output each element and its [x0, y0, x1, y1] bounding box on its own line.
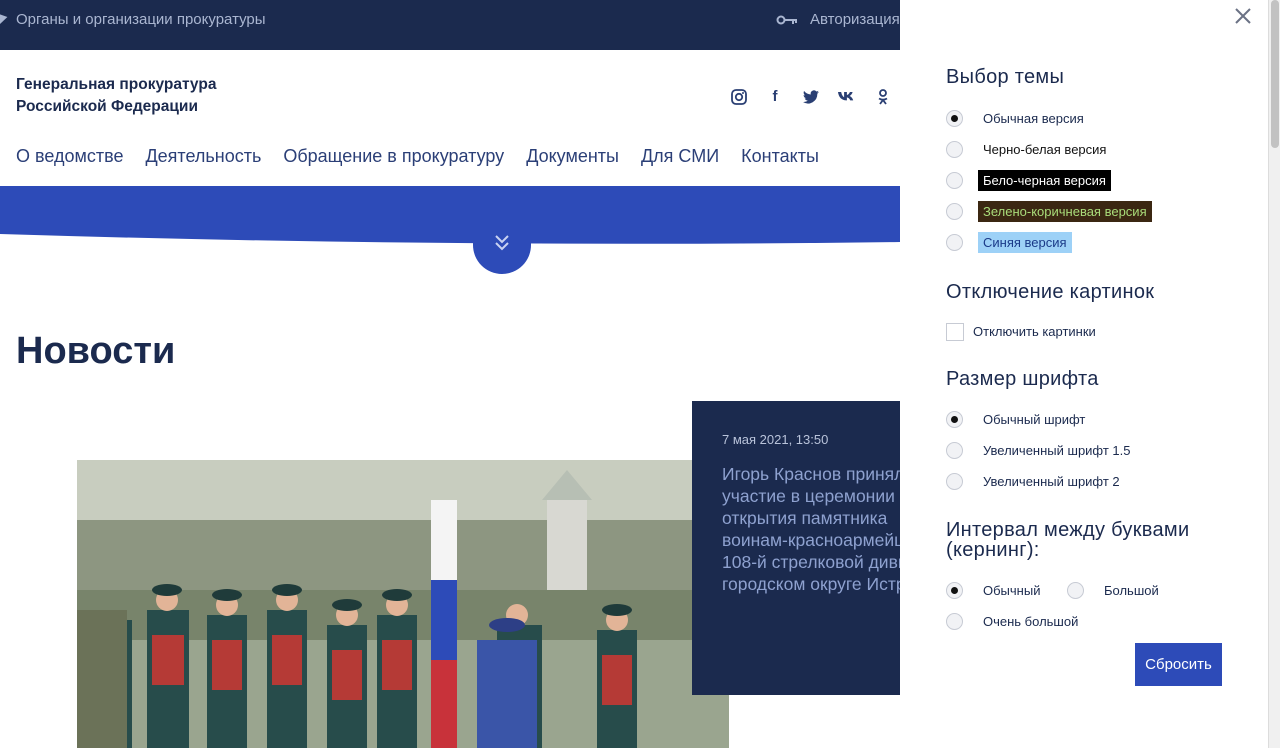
auth-link-label: Авторизация — [810, 11, 900, 28]
radio-checked[interactable] — [946, 411, 963, 428]
brand-line-1: Генеральная прокуратура — [16, 76, 217, 93]
accessibility-settings-panel: Выбор темы Обычная версия Черно-белая ве… — [900, 0, 1268, 748]
kerning-title-line-1: Интервал между буквами — [946, 519, 1190, 541]
disable-images-label: Отключить картинки — [973, 324, 1096, 339]
kerning-option-normal[interactable]: Обычный — [946, 580, 1045, 601]
theme-option-green-brown[interactable]: Зелено-коричневая версия — [946, 201, 1152, 222]
font-option-normal[interactable]: Обычный шрифт — [946, 409, 1090, 430]
double-chevron-down-icon — [495, 235, 509, 251]
font-option-label: Обычный шрифт — [983, 412, 1086, 427]
theme-option-label: Черно-белая версия — [983, 142, 1107, 157]
vk-icon[interactable] — [838, 86, 856, 108]
news-photo[interactable] — [77, 460, 729, 748]
radio[interactable] — [946, 442, 963, 459]
page-scrollbar[interactable] — [1268, 0, 1280, 748]
menu-item-activity[interactable]: Деятельность — [145, 146, 261, 167]
radio[interactable] — [946, 203, 963, 220]
kerning-option-large[interactable]: Большой — [1067, 580, 1164, 601]
theme-option-label: Бело-черная версия — [978, 170, 1111, 191]
disable-images-option[interactable]: Отключить картинки — [946, 321, 1101, 342]
news-date: 7 мая 2021, 13:50 — [722, 432, 829, 447]
ceremony-photo-illustration — [77, 460, 729, 748]
theme-option-label: Зелено-коричневая версия — [978, 201, 1152, 222]
odnoklassniki-icon[interactable] — [874, 86, 892, 108]
radio[interactable] — [1067, 582, 1084, 599]
menu-item-documents[interactable]: Документы — [526, 146, 619, 167]
instagram-icon[interactable] — [730, 86, 748, 108]
font-size-section-title: Размер шрифта — [946, 368, 1099, 390]
scrollbar-thumb[interactable] — [1271, 0, 1279, 148]
theme-option-normal[interactable]: Обычная версия — [946, 108, 1089, 129]
theme-option-label: Обычная версия — [983, 111, 1084, 126]
theme-option-black-white[interactable]: Черно-белая версия — [946, 139, 1111, 160]
hero-band — [0, 186, 900, 244]
location-pin-icon — [0, 13, 8, 26]
page-title: Новости — [16, 330, 176, 372]
kerning-section-title: Интервал между буквами (кернинг): — [946, 520, 1189, 560]
kerning-title-line-2: (кернинг): — [946, 539, 1040, 561]
menu-item-media[interactable]: Для СМИ — [641, 146, 719, 167]
font-option-label: Увеличенный шрифт 1.5 — [983, 443, 1131, 458]
disable-images-checkbox[interactable] — [946, 322, 964, 341]
scroll-down-button[interactable] — [473, 214, 531, 274]
kerning-option-label: Очень большой — [983, 614, 1079, 629]
twitter-icon[interactable] — [802, 86, 820, 108]
menu-item-about[interactable]: О ведомстве — [16, 146, 123, 167]
brand-line-2: Российской Федерации — [16, 98, 198, 115]
kerning-option-label: Большой — [1104, 583, 1159, 598]
theme-option-white-black[interactable]: Бело-черная версия — [946, 170, 1111, 191]
font-option-2[interactable]: Увеличенный шрифт 2 — [946, 471, 1125, 492]
theme-section-title: Выбор темы — [946, 66, 1065, 88]
news-card[interactable]: 7 мая 2021, 13:50 Игорь Краснов принял у… — [692, 401, 908, 695]
radio-checked[interactable] — [946, 110, 963, 127]
menu-item-contacts[interactable]: Контакты — [741, 146, 819, 167]
emblem-fragment — [0, 82, 2, 90]
theme-option-label: Синяя версия — [978, 232, 1072, 253]
font-option-1-5[interactable]: Увеличенный шрифт 1.5 — [946, 440, 1135, 461]
radio[interactable] — [946, 473, 963, 490]
main-menu: О ведомстве Деятельность Обращение в про… — [16, 146, 819, 167]
organs-link[interactable]: Органы и организации прокуратуры — [0, 11, 266, 28]
radio-checked[interactable] — [946, 582, 963, 599]
font-option-label: Увеличенный шрифт 2 — [983, 474, 1120, 489]
radio[interactable] — [946, 613, 963, 630]
radio[interactable] — [946, 141, 963, 158]
key-icon — [776, 15, 797, 24]
social-links: f — [730, 86, 892, 108]
radio[interactable] — [946, 172, 963, 189]
theme-option-blue[interactable]: Синяя версия — [946, 232, 1072, 253]
menu-item-appeal[interactable]: Обращение в прокуратуру — [283, 146, 504, 167]
facebook-icon[interactable]: f — [766, 86, 784, 108]
close-icon[interactable] — [1234, 7, 1252, 25]
reset-button[interactable]: Сбросить — [1135, 643, 1222, 686]
images-section-title: Отключение картинок — [946, 281, 1155, 303]
kerning-option-label: Обычный — [983, 583, 1041, 598]
kerning-option-very-large[interactable]: Очень большой — [946, 611, 1083, 632]
site-brand[interactable]: Генеральная прокуратура Российской Федер… — [16, 74, 216, 118]
radio[interactable] — [946, 234, 963, 251]
organs-link-label: Органы и организации прокуратуры — [16, 11, 266, 28]
auth-link[interactable]: Авторизация — [776, 11, 900, 28]
